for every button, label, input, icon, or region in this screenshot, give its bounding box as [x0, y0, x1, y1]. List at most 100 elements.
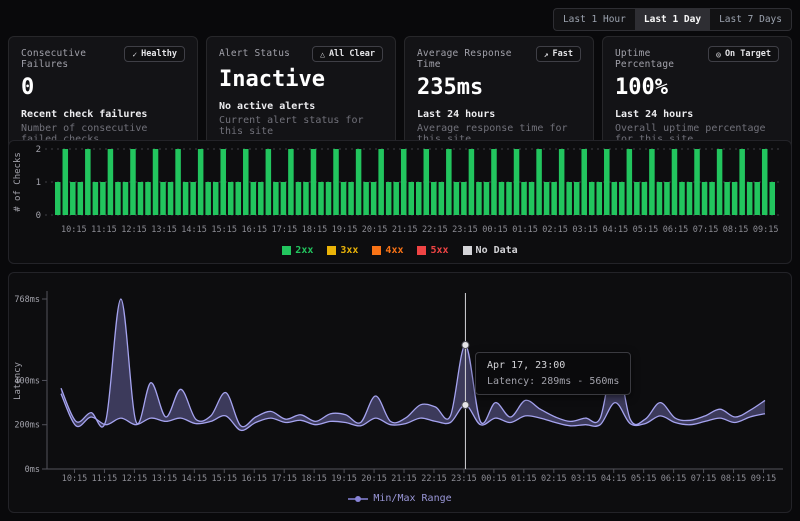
x-tick-label: 13:15 — [152, 474, 178, 484]
check-bar — [70, 182, 76, 215]
y-tick-label: 768ms — [14, 295, 40, 305]
check-bar — [93, 182, 99, 215]
check-bar — [348, 182, 354, 215]
check-bar — [559, 149, 565, 215]
check-bar — [619, 182, 625, 215]
x-tick-label: 12:15 — [122, 474, 148, 484]
check-bar — [499, 182, 505, 215]
status-badge-healthy: ✓ Healthy — [124, 46, 185, 62]
legend-label: 2xx — [295, 245, 313, 256]
time-range-last-1-hour[interactable]: Last 1 Hour — [554, 9, 635, 30]
stat-title: Consecutive Failures — [21, 46, 124, 70]
check-bar — [266, 149, 272, 215]
stat-subtitle: Last 24 hours — [417, 109, 581, 120]
check-bar — [386, 182, 392, 215]
time-range-last-7-days[interactable]: Last 7 Days — [710, 9, 791, 30]
x-tick-label: 22:15 — [422, 225, 448, 235]
x-tick-label: 21:15 — [392, 225, 418, 235]
chart-tooltip: Apr 17, 23:00 Latency: 289ms - 560ms — [475, 352, 631, 395]
x-tick-label: 02:15 — [541, 474, 567, 484]
legend-swatch-icon — [417, 246, 426, 255]
check-bar — [657, 182, 663, 215]
stat-description: Current alert status for this site — [219, 115, 383, 137]
check-bar — [566, 182, 572, 215]
check-bar — [454, 182, 460, 215]
x-tick-label: 00:15 — [481, 474, 507, 484]
check-bar — [220, 149, 226, 215]
check-bar — [529, 182, 535, 215]
check-bar — [514, 149, 520, 215]
check-bar — [754, 182, 760, 215]
y-axis-title: # of Checks — [13, 152, 23, 212]
check-bar — [664, 182, 670, 215]
time-range-selector: Last 1 Hour Last 1 Day Last 7 Days — [553, 8, 792, 31]
x-tick-label: 15:15 — [211, 225, 237, 235]
checks-bar-chart[interactable]: 012# of Checks10:1511:1512:1513:1514:151… — [9, 141, 791, 239]
check-bar — [589, 182, 595, 215]
legend-item-4xx: 4xx — [372, 245, 403, 256]
x-tick-label: 10:15 — [62, 474, 88, 484]
check-bar — [604, 149, 610, 215]
check-bar — [634, 182, 640, 215]
x-tick-label: 06:15 — [663, 225, 689, 235]
x-tick-label: 09:15 — [751, 474, 777, 484]
check-bar — [642, 182, 648, 215]
check-bar — [424, 149, 430, 215]
check-bar — [198, 149, 204, 215]
legend-label: 5xx — [430, 245, 448, 256]
stat-subtitle: No active alerts — [219, 101, 383, 112]
check-bar — [153, 149, 159, 215]
y-tick-label: 200ms — [14, 421, 40, 431]
check-bar — [544, 182, 550, 215]
check-bar — [416, 182, 422, 215]
stat-title: Uptime Percentage — [615, 46, 708, 70]
legend-label: No Data — [476, 245, 518, 256]
x-tick-label: 06:15 — [661, 474, 687, 484]
check-bar — [311, 149, 317, 215]
y-tick-label: 0 — [36, 211, 41, 221]
y-axis-title: Latency — [13, 361, 23, 400]
stat-card-alert-status: Alert Status △ All Clear Inactive No act… — [206, 36, 396, 155]
x-tick-label: 18:15 — [301, 474, 327, 484]
x-tick-label: 15:15 — [212, 474, 238, 484]
time-range-last-1-day[interactable]: Last 1 Day — [635, 9, 710, 30]
legend-item-no-data: No Data — [463, 245, 518, 256]
trend-up-icon: ↗ — [544, 50, 549, 59]
check-bar — [243, 149, 249, 215]
x-tick-label: 10:15 — [61, 225, 87, 235]
check-bar — [303, 182, 309, 215]
x-tick-label: 08:15 — [721, 474, 747, 484]
check-bar — [551, 182, 557, 215]
x-tick-label: 19:15 — [332, 225, 358, 235]
bell-icon: △ — [320, 50, 325, 59]
x-tick-label: 17:15 — [271, 474, 297, 484]
check-bar — [251, 182, 257, 215]
check-bar — [762, 149, 768, 215]
x-tick-label: 11:15 — [91, 225, 117, 235]
check-bar — [491, 149, 497, 215]
latency-legend-label: Min/Max Range — [373, 493, 451, 504]
x-tick-label: 16:15 — [242, 225, 268, 235]
stat-card-consecutive-failures: Consecutive Failures ✓ Healthy 0 Recent … — [8, 36, 198, 155]
check-bar — [333, 149, 339, 215]
x-tick-label: 09:15 — [753, 225, 779, 235]
x-tick-label: 20:15 — [362, 225, 388, 235]
legend-swatch-icon — [463, 246, 472, 255]
check-bar — [679, 182, 685, 215]
latency-line-chart[interactable]: 0ms200ms400ms768msLatency10:1511:1512:15… — [9, 273, 791, 487]
check-bar — [732, 182, 738, 215]
check-bar — [694, 149, 700, 215]
badge-label: On Target — [725, 49, 771, 59]
x-tick-label: 08:15 — [723, 225, 749, 235]
x-tick-label: 17:15 — [272, 225, 298, 235]
x-tick-label: 07:15 — [693, 225, 719, 235]
x-tick-label: 11:15 — [92, 474, 118, 484]
latency-chart-panel: 0ms200ms400ms768msLatency10:1511:1512:15… — [8, 272, 792, 513]
check-bar — [469, 149, 475, 215]
check-bar — [356, 149, 362, 215]
stat-subtitle: Recent check failures — [21, 109, 185, 120]
check-bar — [536, 149, 542, 215]
badge-label: Fast — [553, 49, 573, 59]
x-tick-label: 13:15 — [151, 225, 177, 235]
check-bar — [393, 182, 399, 215]
